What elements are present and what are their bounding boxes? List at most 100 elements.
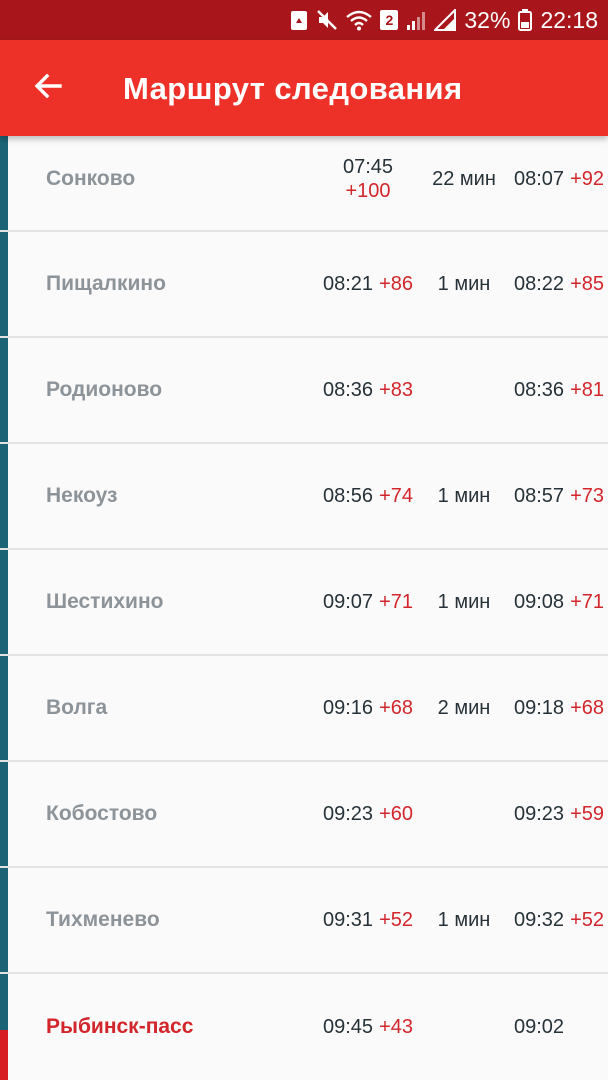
departure-delay: +85	[570, 272, 604, 295]
station-row[interactable]: Шестихино 09:07 +71 1 мин 09:08 +71	[0, 550, 608, 656]
departure-delay: +68	[570, 696, 604, 719]
stop-duration	[426, 974, 502, 1080]
departure-time: 08:57 +73	[506, 444, 608, 548]
route-line	[0, 232, 8, 336]
route-line	[0, 550, 8, 654]
mute-icon	[316, 8, 338, 32]
stop-duration: 1 мин	[437, 908, 491, 931]
arrival-delay: +43	[379, 1015, 413, 1038]
station-row[interactable]: Волга 09:16 +68 2 мин 09:18 +68	[0, 656, 608, 762]
departure-delay: +52	[570, 908, 604, 931]
arrival-time: 09:31 +52	[310, 868, 426, 972]
current-position-marker	[0, 1030, 8, 1080]
station-name: Кобостово	[46, 802, 158, 825]
stop-duration: 1 мин	[437, 272, 491, 295]
departure-value: 08:57	[514, 484, 565, 507]
departure-value: 09:02	[514, 1015, 565, 1038]
app-bar: Маршрут следования	[0, 40, 608, 136]
station-name: Тихменево	[46, 908, 160, 931]
battery-percent: 32%	[464, 6, 511, 33]
stop-duration: 1 мин	[437, 590, 491, 613]
arrival-delay: +60	[379, 802, 413, 825]
station-row[interactable]: Пищалкино 08:21 +86 1 мин 08:22 +85	[0, 232, 608, 338]
battery-icon	[518, 8, 533, 32]
station-name: Рыбинск-пасс	[46, 1015, 194, 1038]
station-row[interactable]: Родионово 08:36 +83 08:36 +81	[0, 338, 608, 444]
arrow-left-icon	[33, 71, 63, 106]
stop-duration: 22 мин	[432, 167, 496, 190]
station-row[interactable]: Тихменево 09:31 +52 1 мин 09:32 +52	[0, 868, 608, 974]
no-signal-icon	[434, 8, 457, 32]
departure-time: 09:23 +59	[506, 762, 608, 866]
arrival-delay: +100	[345, 180, 391, 202]
station-name: Волга	[46, 696, 108, 719]
departure-time: 08:07 +92	[506, 128, 608, 230]
recycle-icon	[290, 8, 308, 32]
departure-time: 09:02	[506, 974, 608, 1080]
station-row[interactable]: Сонково 07:45 +100 22 мин 08:07 +92	[0, 136, 608, 232]
arrival-delay: +71	[379, 590, 413, 613]
departure-time: 08:22 +85	[506, 232, 608, 336]
arrival-time: 09:16 +68	[310, 656, 426, 760]
departure-value: 09:23	[514, 802, 565, 825]
route-line	[0, 444, 8, 548]
signal-icon	[406, 8, 426, 32]
arrival-time: 09:45 +43	[310, 974, 426, 1080]
arrival-value: 09:31	[323, 908, 374, 931]
departure-value: 09:18	[514, 696, 565, 719]
wifi-icon	[346, 8, 373, 32]
departure-delay: +92	[570, 167, 604, 190]
page-title: Маршрут следования	[123, 71, 463, 106]
route-line	[0, 656, 8, 760]
arrival-delay: +86	[379, 272, 413, 295]
stop-duration: 2 мин	[437, 696, 491, 719]
back-button[interactable]	[24, 64, 72, 112]
departure-delay: +81	[570, 378, 604, 401]
route-line	[0, 868, 8, 972]
status-bar: 2 32% 22:18	[0, 0, 608, 40]
station-name: Пищалкино	[46, 272, 166, 295]
arrival-time: 07:45 +100	[310, 128, 426, 230]
arrival-value: 07:45	[342, 156, 394, 178]
status-bar-right: 2 32% 22:18	[290, 0, 598, 40]
arrival-time: 09:07 +71	[310, 550, 426, 654]
arrival-value: 08:56	[323, 484, 374, 507]
arrival-delay: +52	[379, 908, 413, 931]
route-line	[0, 974, 8, 1030]
departure-value: 08:07	[514, 167, 565, 190]
stop-duration: 1 мин	[437, 484, 491, 507]
station-name: Некоуз	[46, 484, 118, 507]
arrival-delay: +68	[379, 696, 413, 719]
arrival-value: 09:23	[323, 802, 374, 825]
departure-time: 09:08 +71	[506, 550, 608, 654]
arrival-time: 08:36 +83	[310, 338, 426, 442]
station-row-current[interactable]: Рыбинск-пасс 09:45 +43 09:02	[0, 974, 608, 1080]
departure-value: 09:08	[514, 590, 565, 613]
departure-delay: +59	[570, 802, 604, 825]
arrival-delay: +83	[379, 378, 413, 401]
departure-value: 08:36	[514, 378, 565, 401]
departure-time: 09:18 +68	[506, 656, 608, 760]
arrival-value: 09:16	[323, 696, 374, 719]
arrival-value: 08:21	[323, 272, 374, 295]
station-row[interactable]: Некоуз 08:56 +74 1 мин 08:57 +73	[0, 444, 608, 550]
station-row[interactable]: Кобостово 09:23 +60 09:23 +59	[0, 762, 608, 868]
station-name: Шестихино	[46, 590, 164, 613]
departure-time: 08:36 +81	[506, 338, 608, 442]
stop-duration	[426, 338, 502, 442]
arrival-value: 09:07	[323, 590, 374, 613]
route-line	[0, 136, 8, 230]
departure-value: 09:32	[514, 908, 565, 931]
arrival-time: 09:23 +60	[310, 762, 426, 866]
station-name: Родионово	[46, 378, 163, 401]
arrival-value: 09:45	[323, 1015, 374, 1038]
departure-value: 08:22	[514, 272, 565, 295]
arrival-value: 08:36	[323, 378, 374, 401]
stop-duration	[426, 762, 502, 866]
arrival-time: 08:21 +86	[310, 232, 426, 336]
arrival-time: 08:56 +74	[310, 444, 426, 548]
route-line	[0, 762, 8, 866]
status-time: 22:18	[540, 6, 598, 33]
arrival-delay: +74	[379, 484, 413, 507]
wifi-badge: 2	[380, 10, 399, 30]
